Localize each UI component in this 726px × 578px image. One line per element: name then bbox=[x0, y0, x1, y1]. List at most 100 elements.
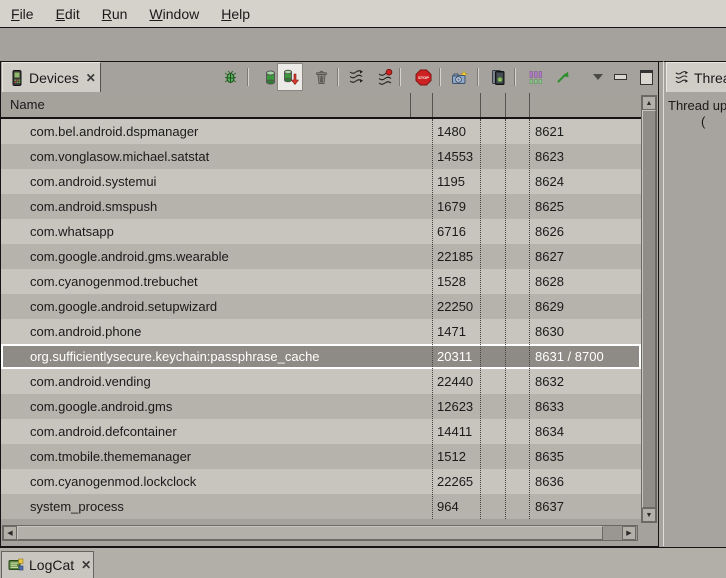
dump-hprof-button[interactable] bbox=[277, 63, 303, 91]
process-port: 8637 bbox=[535, 494, 564, 519]
heap-cylinder-icon bbox=[263, 69, 278, 86]
hierarchy-bars-icon bbox=[528, 70, 544, 85]
process-pid: 20311 bbox=[437, 344, 472, 369]
process-port: 8629 bbox=[535, 294, 564, 319]
scroll-left-button[interactable]: ◀ bbox=[3, 526, 17, 540]
maximize-icon bbox=[640, 70, 653, 85]
process-pid: 1679 bbox=[437, 194, 466, 219]
tab-logcat-label: LogCat bbox=[29, 557, 74, 573]
stop-process-button[interactable]: STOP bbox=[413, 67, 433, 87]
table-row[interactable]: com.google.android.gms.wearable 22185 86… bbox=[1, 244, 641, 269]
tab-threads-label: Threads bbox=[694, 70, 726, 86]
scroll-right-icon: ▶ bbox=[626, 529, 631, 537]
process-name: com.google.android.setupwizard bbox=[30, 294, 217, 319]
process-port: 8624 bbox=[535, 169, 564, 194]
table-row[interactable]: com.vonglasow.michael.satstat 14553 8623 bbox=[1, 144, 641, 169]
table-row[interactable]: com.android.systemui 1195 8624 bbox=[1, 169, 641, 194]
tab-threads[interactable]: Threads bbox=[666, 62, 726, 92]
vertical-scrollbar-thumb[interactable] bbox=[642, 110, 656, 508]
sysinfo-button[interactable] bbox=[553, 67, 573, 87]
minimize-button[interactable] bbox=[610, 67, 630, 87]
process-port: 8631 / 8700 bbox=[535, 344, 604, 369]
table-row[interactable]: com.android.vending 22440 8632 bbox=[1, 369, 641, 394]
table-row[interactable]: com.bel.android.dspmanager 1480 8621 bbox=[1, 119, 641, 144]
devices-view: Devices ✕ bbox=[0, 61, 659, 547]
horizontal-scrollbar[interactable]: ◀ ▶ bbox=[2, 525, 638, 541]
close-icon[interactable]: ✕ bbox=[84, 71, 96, 85]
process-pid: 14411 bbox=[437, 419, 472, 444]
view-menu-button[interactable] bbox=[588, 67, 608, 87]
process-name: com.android.vending bbox=[30, 369, 151, 394]
capture-device-screen-button[interactable] bbox=[488, 67, 508, 87]
vertical-scrollbar[interactable]: ▲ ▼ bbox=[641, 95, 657, 523]
menu-edit[interactable]: Edit bbox=[45, 2, 91, 26]
table-row[interactable]: system_process 964 8637 bbox=[1, 494, 641, 519]
process-pid: 1512 bbox=[437, 444, 466, 469]
table-row[interactable]: org.sufficientlysecure.keychain:passphra… bbox=[1, 344, 641, 369]
process-port: 8621 bbox=[535, 119, 564, 144]
main-toolbar-strip bbox=[0, 28, 726, 62]
column-divider[interactable] bbox=[410, 93, 411, 117]
scroll-right-button[interactable]: ▶ bbox=[622, 526, 636, 540]
column-divider[interactable] bbox=[529, 93, 530, 117]
table-row[interactable]: com.cyanogenmod.trebuchet 1528 8628 bbox=[1, 269, 641, 294]
column-divider[interactable] bbox=[432, 93, 433, 117]
horizontal-scrollbar-thumb[interactable] bbox=[17, 526, 603, 540]
process-table-body: com.bel.android.dspmanager 1480 8621 com… bbox=[1, 119, 641, 519]
column-header-name[interactable]: Name bbox=[1, 97, 45, 112]
close-icon[interactable]: ✕ bbox=[79, 558, 91, 572]
cause-gc-button[interactable] bbox=[311, 67, 331, 87]
table-row[interactable]: com.android.phone 1471 8630 bbox=[1, 319, 641, 344]
menu-file[interactable]: File bbox=[0, 2, 45, 26]
toolbar-separator bbox=[477, 68, 479, 86]
debug-attach-button[interactable] bbox=[220, 67, 240, 87]
process-name: com.vonglasow.michael.satstat bbox=[30, 144, 209, 169]
tab-devices-label: Devices bbox=[29, 70, 79, 86]
table-row[interactable]: com.cyanogenmod.lockclock 22265 8636 bbox=[1, 469, 641, 494]
process-name: com.tmobile.thememanager bbox=[30, 444, 191, 469]
menu-help[interactable]: Help bbox=[210, 2, 261, 26]
process-pid: 14553 bbox=[437, 144, 473, 169]
process-pid: 22265 bbox=[437, 469, 473, 494]
scroll-down-button[interactable]: ▼ bbox=[642, 508, 656, 522]
table-row[interactable]: com.android.defcontainer 14411 8634 bbox=[1, 419, 641, 444]
scroll-up-button[interactable]: ▲ bbox=[642, 96, 656, 110]
menu-window[interactable]: Window bbox=[138, 2, 210, 26]
toolbar-separator bbox=[247, 68, 249, 86]
threads-view: Threads Thread up ( bbox=[663, 61, 726, 546]
column-divider[interactable] bbox=[505, 93, 506, 117]
process-name: com.bel.android.dspmanager bbox=[30, 119, 198, 144]
table-row[interactable]: com.tmobile.thememanager 1512 8635 bbox=[1, 444, 641, 469]
toolbar-separator bbox=[399, 68, 401, 86]
process-port: 8627 bbox=[535, 244, 564, 269]
table-header[interactable]: Name bbox=[1, 93, 641, 119]
menu-run[interactable]: Run bbox=[91, 2, 139, 26]
table-row[interactable]: com.google.android.setupwizard 22250 862… bbox=[1, 294, 641, 319]
scroll-up-icon: ▲ bbox=[646, 100, 653, 107]
menu-bar: File Edit Run Window Help bbox=[0, 0, 726, 28]
tab-devices[interactable]: Devices ✕ bbox=[2, 62, 101, 92]
screen-capture-button[interactable] bbox=[450, 67, 470, 87]
hierarchy-view-button[interactable] bbox=[526, 67, 546, 87]
toolbar-separator bbox=[337, 68, 339, 86]
column-divider[interactable] bbox=[480, 93, 481, 117]
process-port: 8630 bbox=[535, 319, 564, 344]
table-row[interactable]: com.whatsapp 6716 8626 bbox=[1, 219, 641, 244]
process-port: 8628 bbox=[535, 269, 564, 294]
maximize-button[interactable] bbox=[636, 67, 656, 87]
threads-profiling-icon bbox=[377, 69, 393, 85]
update-threads-button[interactable] bbox=[346, 67, 366, 87]
logcat-icon bbox=[8, 558, 24, 572]
device-stack-icon bbox=[490, 69, 507, 86]
tab-logcat[interactable]: LogCat ✕ bbox=[1, 551, 94, 578]
svg-text:STOP: STOP bbox=[418, 75, 429, 80]
process-port: 8626 bbox=[535, 219, 564, 244]
table-row[interactable]: com.android.smspush 1679 8625 bbox=[1, 194, 641, 219]
method-profiling-button[interactable] bbox=[375, 67, 395, 87]
process-name: com.android.smspush bbox=[30, 194, 157, 219]
table-row[interactable]: com.google.android.gms 12623 8633 bbox=[1, 394, 641, 419]
devices-tab-bar: Devices ✕ bbox=[1, 62, 658, 93]
threads-message-line2: ( bbox=[701, 114, 705, 129]
bug-icon bbox=[222, 69, 239, 86]
process-pid: 1528 bbox=[437, 269, 466, 294]
